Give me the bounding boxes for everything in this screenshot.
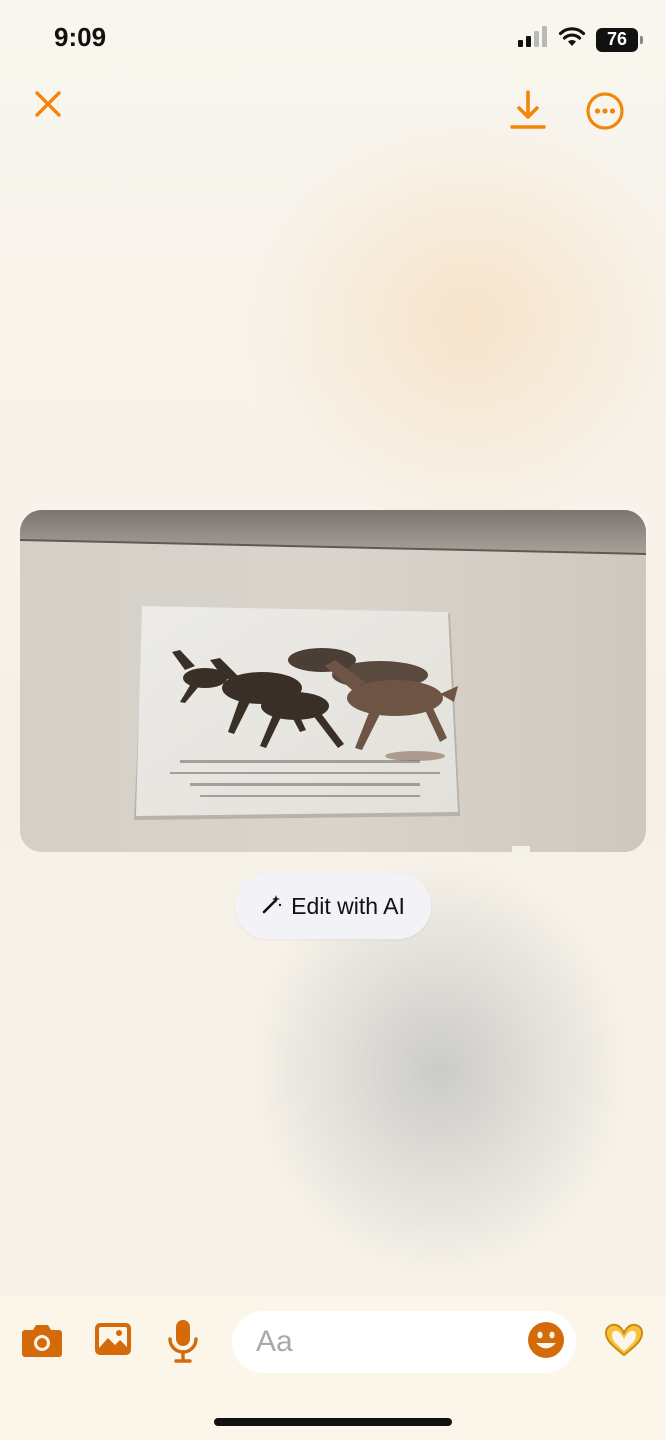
photo-image[interactable] <box>20 510 646 852</box>
download-button[interactable] <box>506 88 550 136</box>
more-options-button[interactable] <box>584 91 626 136</box>
message-input[interactable] <box>232 1311 576 1373</box>
wifi-icon <box>558 26 586 53</box>
home-indicator[interactable] <box>214 1418 452 1426</box>
gallery-icon <box>94 1322 132 1361</box>
camera-icon <box>21 1322 63 1363</box>
microphone-icon <box>167 1319 199 1368</box>
heart-hands-icon <box>602 1321 646 1364</box>
battery-icon: 76 <box>596 27 643 52</box>
signal-icon <box>518 26 548 53</box>
battery-level: 76 <box>606 29 628 49</box>
microphone-button[interactable] <box>164 1319 202 1368</box>
emoji-icon <box>527 1321 565 1364</box>
magic-wand-icon <box>261 893 283 920</box>
close-button[interactable] <box>28 86 68 126</box>
photo-content <box>20 510 646 852</box>
gallery-button[interactable] <box>93 1322 133 1360</box>
emoji-button[interactable] <box>527 1321 565 1364</box>
download-icon <box>508 88 548 137</box>
status-icons: 76 <box>518 26 643 53</box>
more-options-icon <box>585 91 625 136</box>
status-time: 9:09 <box>54 22 107 52</box>
edit-with-ai-button[interactable]: Edit with AI <box>235 873 431 939</box>
close-icon <box>34 90 62 123</box>
edit-with-ai-label: Edit with AI <box>291 892 405 919</box>
heart-hands-button[interactable] <box>601 1322 647 1362</box>
camera-button[interactable] <box>20 1322 64 1362</box>
